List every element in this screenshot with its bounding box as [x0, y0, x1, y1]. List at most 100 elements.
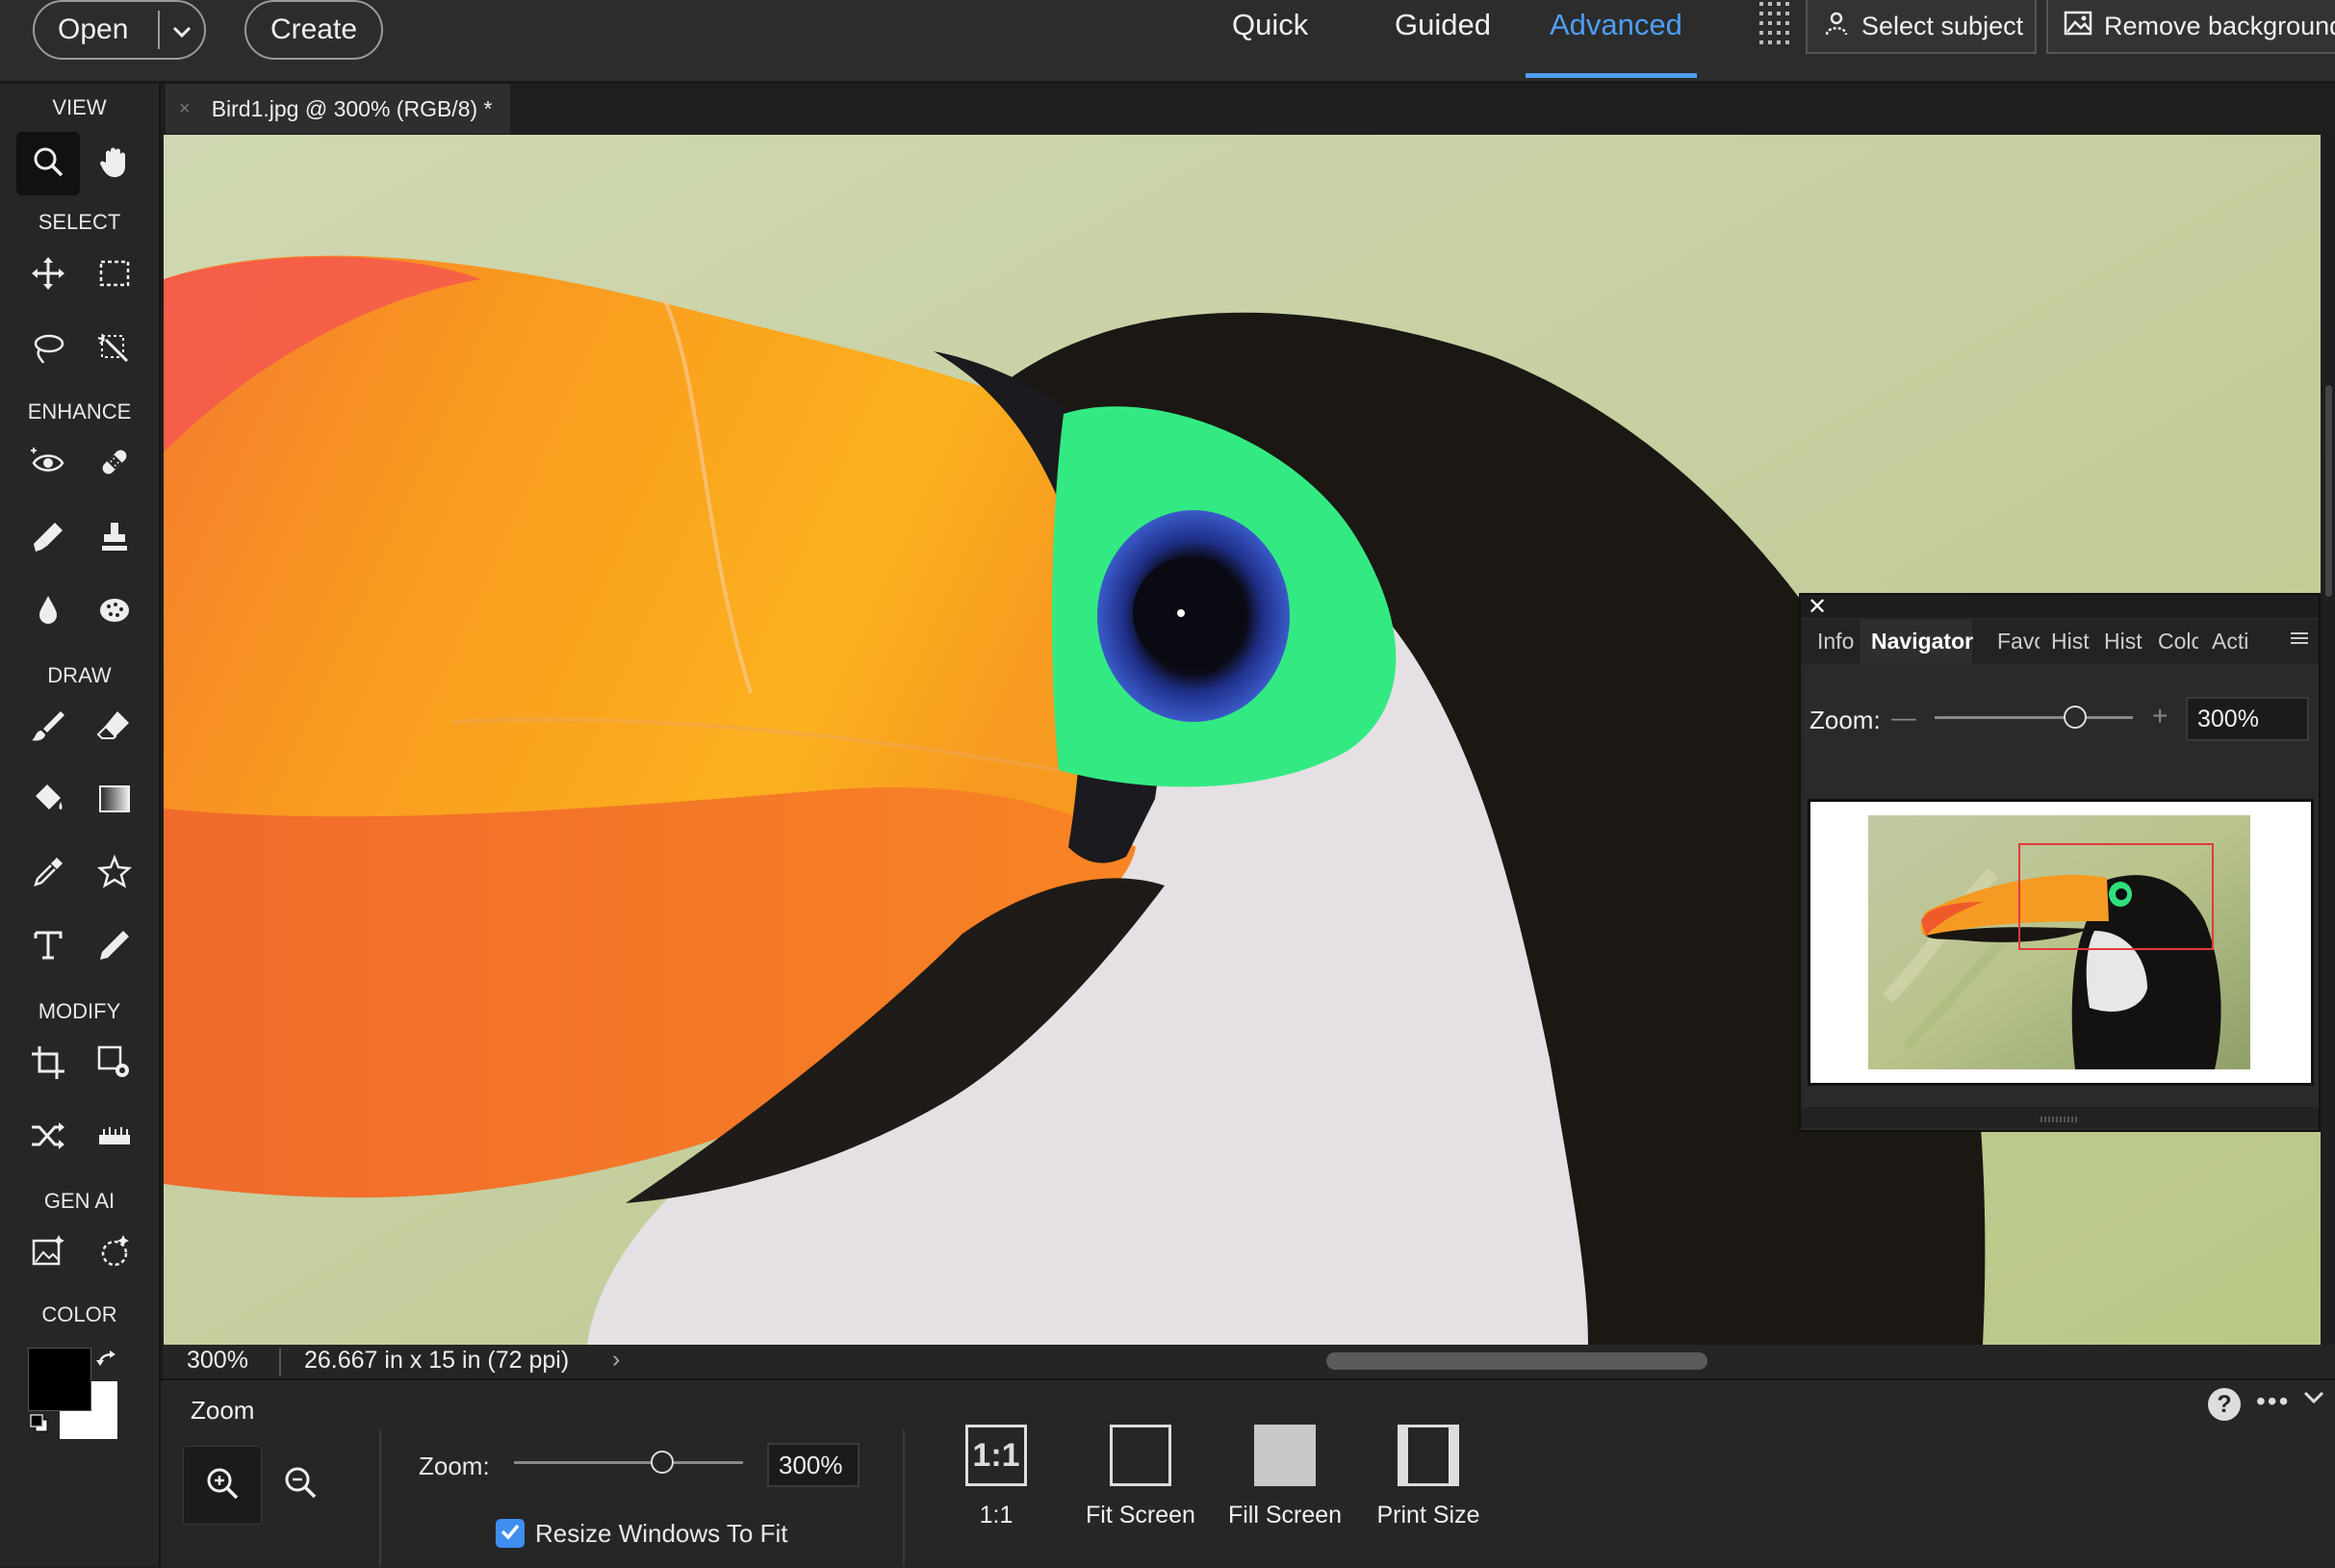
eyedropper-tool[interactable]: [16, 842, 80, 906]
navigator-panel-header[interactable]: [1801, 595, 2319, 618]
brush-sparkle-icon: [30, 519, 66, 560]
custom-shape-tool[interactable]: [83, 842, 146, 906]
vertical-scrollbar[interactable]: [2322, 135, 2335, 1345]
panel-tab-actions[interactable]: Acti: [2212, 629, 2248, 655]
navigator-zoom-input[interactable]: 300%: [2186, 697, 2309, 741]
quick-selection-tool[interactable]: [83, 319, 146, 382]
foreground-color-swatch[interactable]: [28, 1348, 91, 1411]
move-tool[interactable]: [16, 244, 80, 307]
swap-colors-icon[interactable]: [96, 1350, 119, 1378]
tab-advanced[interactable]: Advanced: [1550, 8, 1682, 42]
panel-tab-history[interactable]: Hist: [2104, 629, 2143, 655]
actual-size-button[interactable]: 1:1 1:1: [934, 1425, 1059, 1529]
chevron-down-icon[interactable]: [171, 13, 192, 46]
panel-tab-navigator[interactable]: Navigator: [1871, 629, 1973, 655]
options-divider: [379, 1429, 381, 1566]
paint-bucket-tool[interactable]: [16, 769, 80, 833]
stamp-icon: [96, 519, 133, 560]
panel-tab-favorites[interactable]: Favc: [1997, 629, 2040, 655]
vertical-scrollbar-thumb[interactable]: [2325, 385, 2332, 597]
crop-tool[interactable]: [16, 1033, 80, 1096]
zoom-in-button[interactable]: [183, 1446, 262, 1525]
resize-windows-checkbox[interactable]: [496, 1519, 525, 1548]
fit-screen-button[interactable]: Fit Screen: [1078, 1425, 1203, 1529]
recompose-tool[interactable]: [83, 1033, 146, 1096]
marquee-tool[interactable]: [83, 244, 146, 307]
zoom-out-minus-icon[interactable]: —: [1891, 703, 1916, 733]
image-icon: [2064, 11, 2092, 42]
chevron-right-icon[interactable]: ›: [612, 1346, 620, 1374]
zoom-label: Zoom:: [419, 1452, 490, 1480]
panel-tab-info[interactable]: Info: [1817, 629, 1854, 655]
tab-quick[interactable]: Quick: [1232, 8, 1308, 42]
eye-icon: [30, 444, 66, 485]
zoom-in-plus-icon[interactable]: +: [2152, 701, 2168, 732]
red-eye-tool[interactable]: [16, 432, 80, 496]
open-button[interactable]: Open: [33, 0, 206, 60]
lasso-tool[interactable]: [16, 319, 80, 382]
select-subject-button[interactable]: Select subject: [1806, 0, 2037, 54]
chevron-down-icon[interactable]: [2302, 1390, 2325, 1410]
paint-bucket-icon: [30, 781, 66, 822]
pencil-tool[interactable]: [83, 915, 146, 979]
zoom-value-input[interactable]: 300%: [767, 1443, 860, 1487]
generative-fill-tool[interactable]: [16, 1221, 80, 1285]
eraser-tool[interactable]: [83, 696, 146, 759]
zoom-slider[interactable]: [514, 1461, 743, 1464]
brush-tool[interactable]: [16, 696, 80, 759]
smart-brush-tool[interactable]: [16, 507, 80, 571]
crop-icon: [30, 1044, 66, 1086]
tab-guided[interactable]: Guided: [1395, 8, 1491, 42]
zoom-slider-handle[interactable]: [651, 1451, 674, 1474]
status-zoom[interactable]: 300%: [187, 1347, 248, 1375]
generative-remove-tool[interactable]: [83, 1221, 146, 1285]
default-colors-icon[interactable]: [30, 1414, 49, 1438]
sponge-icon: [96, 592, 133, 633]
bandage-icon: [96, 444, 133, 485]
hand-tool[interactable]: [83, 132, 146, 195]
more-options-icon[interactable]: •••: [2256, 1386, 2290, 1417]
print-size-button[interactable]: Print Size: [1366, 1425, 1491, 1529]
remove-background-label: Remove background: [2104, 11, 2335, 40]
move-icon: [30, 255, 66, 296]
actual-size-label: 1:1: [979, 1502, 1014, 1529]
navigator-zoom-slider[interactable]: [1935, 716, 2133, 719]
section-enhance: ENHANCE: [27, 399, 132, 424]
healing-brush-tool[interactable]: [83, 432, 146, 496]
content-aware-move-tool[interactable]: [16, 1106, 80, 1170]
section-gen-ai: GEN AI: [43, 1189, 115, 1213]
blur-tool[interactable]: [16, 580, 80, 644]
help-icon[interactable]: ?: [2208, 1388, 2241, 1421]
document-tab-title: Bird1.jpg @ 300% (RGB/8) *: [211, 95, 493, 121]
document-tab[interactable]: × Bird1.jpg @ 300% (RGB/8) *: [166, 84, 510, 134]
create-button[interactable]: Create: [244, 0, 383, 60]
zoom-out-button[interactable]: [262, 1446, 339, 1523]
top-bar: Open Create Quick Guided Advanced Select…: [0, 0, 2335, 84]
one-to-one-icon: 1:1: [965, 1425, 1027, 1486]
gradient-tool[interactable]: [83, 769, 146, 833]
navigator-zoom-slider-handle[interactable]: [2064, 706, 2087, 729]
panel-menu-icon[interactable]: [2289, 628, 2310, 654]
grid-dots-icon[interactable]: [1758, 0, 1794, 59]
straighten-tool[interactable]: [83, 1106, 146, 1170]
type-tool[interactable]: [16, 915, 80, 979]
panel-tab-histogram[interactable]: Hist: [2051, 629, 2090, 655]
close-icon[interactable]: ×: [179, 98, 191, 120]
sponge-tool[interactable]: [83, 580, 146, 644]
section-select: SELECT: [38, 210, 121, 234]
person-select-icon: [1823, 10, 1850, 43]
remove-background-button[interactable]: Remove background: [2046, 0, 2335, 54]
brush-icon: [30, 707, 66, 749]
shape-star-icon: [96, 854, 133, 895]
fill-screen-button[interactable]: Fill Screen: [1222, 1425, 1347, 1529]
close-icon[interactable]: ✕: [1808, 593, 1827, 621]
zoom-tool[interactable]: [16, 132, 80, 195]
horizontal-scrollbar-thumb[interactable]: [1326, 1352, 1707, 1370]
clone-stamp-tool[interactable]: [83, 507, 146, 571]
resize-grip-icon[interactable]: [2040, 1117, 2079, 1122]
fit-screen-label: Fit Screen: [1086, 1502, 1195, 1529]
panel-tab-color[interactable]: Colc: [2158, 629, 2198, 655]
navigator-view-rectangle[interactable]: [2018, 843, 2214, 950]
magic-wand-icon: [96, 330, 133, 372]
shuffle-icon: [30, 1118, 66, 1159]
